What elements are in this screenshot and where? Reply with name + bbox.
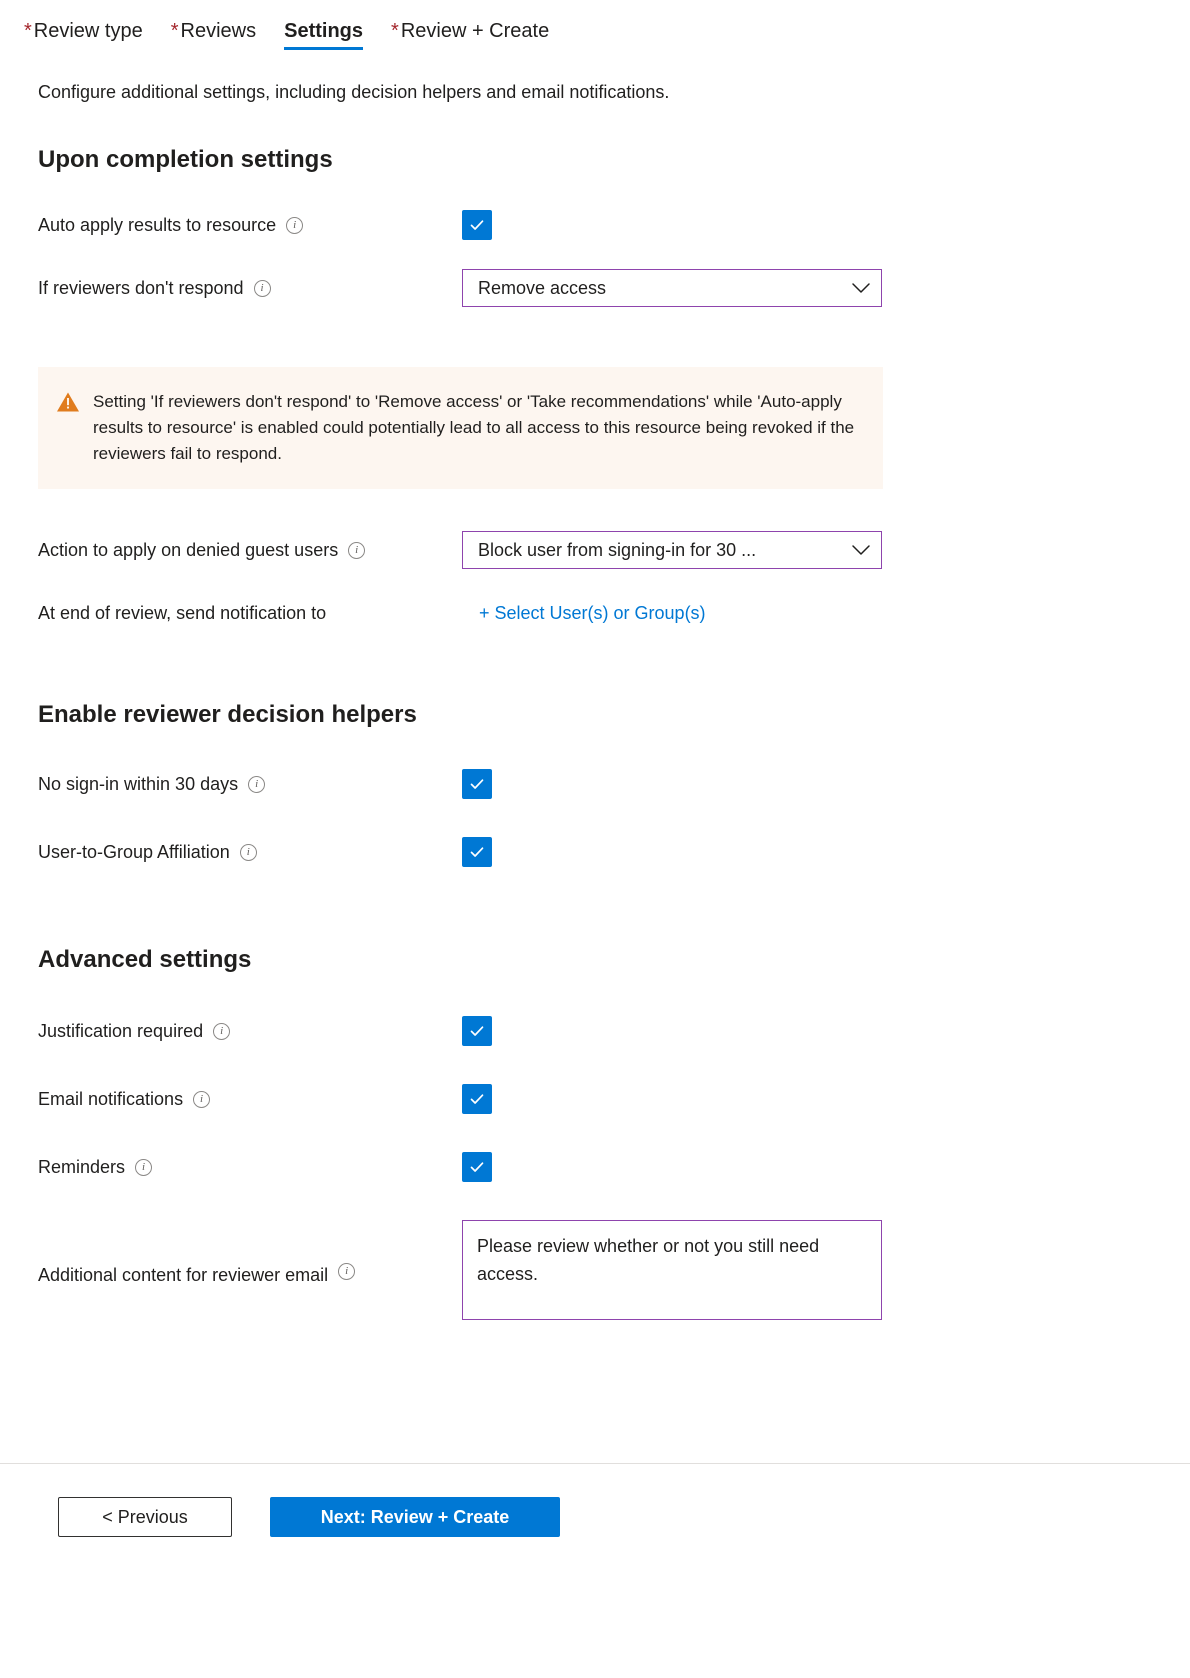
row-if-reviewers-dont-respond: If reviewers don't respond i Remove acce… [38,269,1190,307]
page-description: Configure additional settings, including… [38,82,670,102]
warning-message: Setting 'If reviewers don't respond' to … [93,392,855,463]
auto-apply-checkbox[interactable] [462,210,492,240]
denied-guest-label-group: Action to apply on denied guest users i [38,538,462,562]
row-denied-guest-users: Action to apply on denied guest users i … [38,531,1190,569]
justification-label: Justification required [38,1021,204,1041]
no-respond-label: If reviewers don't respond [38,278,244,298]
tab-settings[interactable]: Settings [284,18,364,56]
section-title-upon-completion: Upon completion settings [38,146,333,173]
tab-label: Review type [33,20,143,42]
info-icon[interactable]: i [193,1090,211,1108]
section-title-decision-helpers: Enable reviewer decision helpers [38,701,417,728]
checkmark-icon [470,847,484,857]
additional-content-label-group: Additional content for reviewer email i [38,1254,462,1287]
row-end-of-review-notification: At end of review, send notification to +… [38,601,1190,625]
row-justification-required: Justification required i [38,1016,1190,1046]
info-icon[interactable]: i [135,1158,153,1176]
row-no-signin-30-days: No sign-in within 30 days i [38,769,1190,799]
no-signin-label: No sign-in within 30 days [38,774,239,794]
justification-label-group: Justification required i [38,1019,462,1043]
notify-label: At end of review, send notification to [38,603,327,623]
row-email-notifications: Email notifications i [38,1084,1190,1114]
previous-button[interactable]: < Previous [58,1497,232,1537]
checkmark-icon [470,1162,484,1172]
footer-divider [0,1463,1190,1464]
email-notifications-label-group: Email notifications i [38,1087,462,1111]
notify-label-group: At end of review, send notification to [38,601,462,625]
no-signin-label-group: No sign-in within 30 days i [38,772,462,796]
additional-content-label: Additional content for reviewer email [38,1264,329,1285]
warning-banner: Setting 'If reviewers don't respond' to … [38,367,883,489]
tab-reviews[interactable]: * Reviews [171,18,256,56]
wizard-tabs: * Review type * Reviews Settings * Review +… [0,0,1190,62]
next-review-create-button[interactable]: Next: Review + Create [270,1497,560,1537]
required-asterisk: * [170,20,179,42]
info-icon[interactable]: i [348,541,366,559]
denied-guest-dropdown[interactable]: Block user from signing-in for 30 ... [462,531,882,569]
info-icon[interactable]: i [338,1262,356,1280]
chevron-down-icon [852,545,870,555]
affiliation-label-group: User-to-Group Affiliation i [38,840,462,864]
reminders-label: Reminders [38,1157,126,1177]
reminders-label-group: Reminders i [38,1155,462,1179]
row-reminders: Reminders i [38,1152,1190,1182]
reminders-checkbox[interactable] [462,1152,492,1182]
info-icon[interactable]: i [239,843,257,861]
tab-label: Review + Create [400,20,550,42]
row-user-to-group-affiliation: User-to-Group Affiliation i [38,837,1190,867]
affiliation-label: User-to-Group Affiliation [38,842,230,862]
additional-content-textarea[interactable] [462,1220,882,1320]
tab-review-create[interactable]: * Review + Create [391,18,549,56]
warning-triangle-icon [57,392,79,412]
justification-checkbox[interactable] [462,1016,492,1046]
info-icon[interactable]: i [253,279,271,297]
no-signin-checkbox[interactable] [462,769,492,799]
tab-review-type[interactable]: * Review type [24,18,143,56]
email-notifications-label: Email notifications [38,1089,184,1109]
no-respond-dropdown[interactable]: Remove access [462,269,882,307]
row-additional-content: Additional content for reviewer email i [38,1220,1190,1320]
info-icon[interactable]: i [286,216,304,234]
affiliation-checkbox[interactable] [462,837,492,867]
checkmark-icon [470,220,484,230]
denied-guest-label: Action to apply on denied guest users [38,540,339,560]
denied-guest-value: Block user from signing-in for 30 ... [478,539,757,560]
tab-label: Reviews [180,20,257,42]
info-icon[interactable]: i [248,775,266,793]
active-tab-underline [284,47,364,50]
wizard-footer: < Previous Next: Review + Create [58,1497,560,1537]
checkmark-icon [470,779,484,789]
row-auto-apply: Auto apply results to resource i [38,210,1190,240]
checkmark-icon [470,1026,484,1036]
no-respond-label-group: If reviewers don't respond i [38,276,462,300]
required-asterisk: * [24,20,32,42]
required-asterisk: * [391,20,399,42]
no-respond-value: Remove access [478,277,607,298]
email-notifications-checkbox[interactable] [462,1084,492,1114]
tab-label: Settings [284,20,364,42]
auto-apply-label: Auto apply results to resource [38,215,277,235]
checkmark-icon [470,1094,484,1104]
auto-apply-label-group: Auto apply results to resource i [38,213,462,237]
select-users-or-groups-link[interactable]: + Select User(s) or Group(s) [479,603,706,623]
section-title-advanced: Advanced settings [38,946,252,973]
info-icon[interactable]: i [213,1022,231,1040]
chevron-down-icon [852,283,870,293]
